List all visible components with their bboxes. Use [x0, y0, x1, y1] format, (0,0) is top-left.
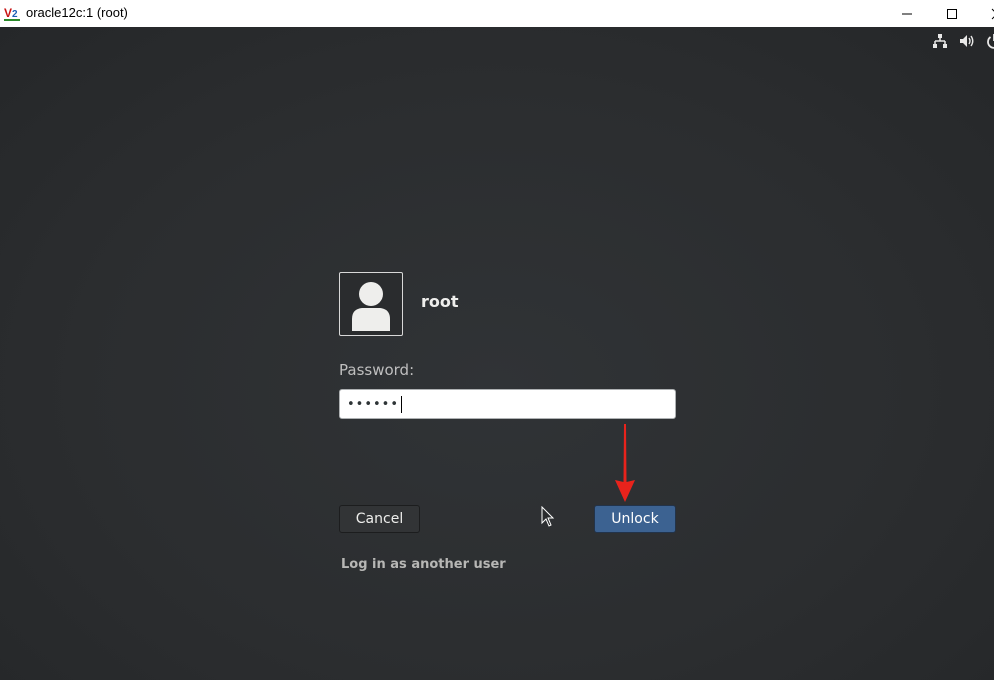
maximize-icon — [947, 8, 957, 19]
volume-control[interactable] — [959, 33, 975, 49]
window-title: oracle12c:1 (root) — [26, 5, 128, 20]
volume-icon — [960, 35, 974, 47]
power-menu[interactable] — [986, 33, 994, 49]
username-label: root — [421, 292, 459, 311]
user-avatar — [339, 272, 403, 336]
network-icon — [933, 34, 947, 48]
vnc-viewer-icon: V 2 — [4, 5, 20, 21]
network-status[interactable] — [932, 33, 948, 49]
svg-text:2: 2 — [12, 9, 18, 20]
cancel-button[interactable]: Cancel — [339, 505, 420, 533]
lock-screen — [0, 27, 994, 680]
user-avatar-icon — [352, 282, 390, 331]
password-label: Password: — [339, 361, 415, 379]
close-button[interactable] — [975, 0, 994, 27]
password-field[interactable]: •••••• — [339, 389, 676, 419]
minimize-button[interactable] — [885, 0, 929, 27]
minimize-icon — [902, 13, 912, 14]
red-arrow-annotation-icon — [615, 424, 635, 502]
unlock-button[interactable]: Unlock — [594, 505, 676, 533]
mouse-pointer-icon — [541, 506, 555, 527]
power-icon — [987, 34, 994, 49]
maximize-button[interactable] — [930, 0, 974, 27]
password-masked-value: •••••• — [347, 396, 400, 412]
text-caret — [401, 395, 403, 413]
window-titlebar[interactable]: V 2 oracle12c:1 (root) — [0, 0, 994, 27]
login-as-another-user-link[interactable]: Log in as another user — [341, 557, 506, 572]
svg-text:V: V — [4, 6, 12, 20]
